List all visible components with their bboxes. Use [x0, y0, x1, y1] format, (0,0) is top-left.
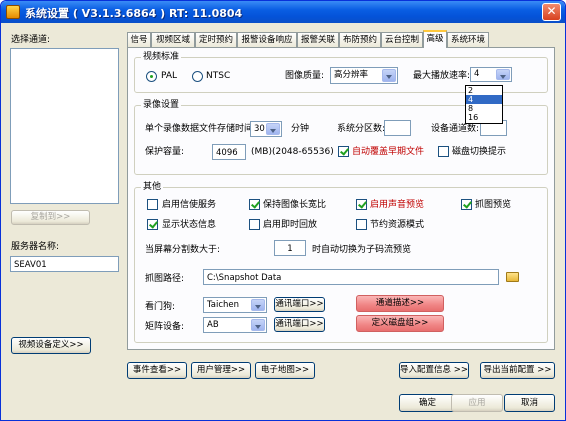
split-suffix: 时自动切换为子码流预览 [312, 245, 412, 255]
pal-label: PAL [161, 71, 178, 81]
keep-ratio-label: 保持图像长宽比 [263, 200, 327, 210]
max-rate-value: 4 [474, 69, 480, 79]
channel-list[interactable] [10, 48, 119, 204]
channel-desc-button[interactable]: 通道描述>> [356, 295, 444, 312]
ntsc-label: NTSC [206, 71, 231, 81]
max-rate-select[interactable]: 4 [470, 67, 512, 82]
window-title: 系统设置 ( V3.1.3.6864 ) RT: 11.0804 [25, 7, 243, 20]
chevron-down-icon [496, 69, 510, 80]
save-mode-label: 节约资源模式 [370, 220, 425, 230]
matrix-value: AB [207, 320, 219, 330]
copy-to-button[interactable]: 复制到>> [11, 210, 90, 225]
use-msg-service-checkbox[interactable] [147, 199, 158, 210]
cancel-button[interactable]: 取消 [504, 394, 555, 412]
minutes-label: 分钟 [291, 124, 310, 134]
watchdog-label: 看门狗: [145, 302, 176, 312]
file-time-value: 30 [254, 124, 265, 134]
file-time-label: 单个录像数据文件存储时间: [145, 124, 257, 134]
advanced-panel: 视频标准 PAL NTSC 图像质量: 高分辨率 最大播放速率: 4 录像设置 … [127, 47, 555, 350]
rate-option[interactable]: 8 [466, 104, 502, 113]
tab-alarm-response[interactable]: 报警设备响应 [237, 32, 297, 47]
record-settings-title: 录像设置 [141, 99, 182, 111]
watchdog-value: Taichen [207, 300, 240, 310]
tab-video-area[interactable]: 视频区域 [151, 32, 195, 47]
pal-radio[interactable] [146, 71, 157, 82]
tab-system-env[interactable]: 系统环境 [447, 32, 489, 47]
server-name-label: 服务器名称: [11, 242, 60, 252]
snap-preview-checkbox[interactable] [461, 199, 472, 210]
instant-playback-label: 启用即时回放 [263, 220, 318, 230]
show-status-label: 显示状态信息 [162, 220, 217, 230]
folder-icon[interactable] [506, 272, 519, 282]
video-standard-title: 视频标准 [141, 51, 182, 63]
snap-path-label: 抓图路径: [145, 274, 185, 284]
protect-range: (MB)(2048-65536) [251, 147, 334, 157]
settings-window: 系统设置 ( V3.1.3.6864 ) RT: 11.0804 ✕ 选择通道:… [0, 0, 566, 421]
close-button[interactable]: ✕ [542, 3, 561, 21]
quality-select[interactable]: 高分辨率 [330, 67, 398, 84]
max-rate-dropdown[interactable]: 2 4 8 16 [465, 85, 503, 124]
snap-preview-label: 抓图预览 [475, 200, 512, 210]
rate-option[interactable]: 2 [466, 86, 502, 95]
chevron-down-icon [251, 299, 265, 311]
apply-button[interactable]: 应用 [451, 394, 503, 412]
tab-advanced[interactable]: 高级 [423, 30, 447, 48]
disk-switch-checkbox[interactable] [438, 146, 449, 157]
tab-signal[interactable]: 信号 [127, 32, 151, 47]
other-title: 其他 [141, 181, 164, 193]
tab-schedule[interactable]: 定时预约 [195, 32, 237, 47]
split-input[interactable]: 1 [274, 240, 306, 256]
watchdog-port-button[interactable]: 通讯端口>> [274, 297, 325, 312]
partitions-input[interactable] [384, 120, 411, 136]
protect-label: 保护容量: [145, 147, 185, 157]
show-status-checkbox[interactable] [147, 219, 158, 230]
instant-playback-checkbox[interactable] [249, 219, 260, 230]
other-group: 其他 启用信使服务 保持图像长宽比 启用声音预览 抓图预览 显示状态信息 启用即… [134, 181, 548, 343]
matrix-port-button[interactable]: 通讯端口>> [274, 317, 325, 332]
rate-option[interactable]: 4 [466, 95, 502, 104]
protect-input[interactable]: 4096 [212, 144, 246, 160]
split-label: 当屏幕分割数大于: [145, 245, 221, 255]
max-rate-label: 最大播放速率: [413, 71, 471, 81]
auto-overwrite-label: 自动覆盖早期文件 [352, 147, 425, 157]
tab-arming-schedule[interactable]: 布防预约 [339, 32, 381, 47]
user-mgmt-button[interactable]: 用户管理>> [191, 362, 251, 379]
video-device-def-button[interactable]: 视频设备定义>> [11, 337, 91, 354]
enable-sound-preview-checkbox[interactable] [356, 199, 367, 210]
watchdog-select[interactable]: Taichen [203, 297, 267, 313]
file-time-select[interactable]: 30 [250, 121, 282, 137]
close-icon: ✕ [546, 4, 557, 18]
quality-value: 高分辨率 [334, 70, 369, 80]
auto-overwrite-checkbox[interactable] [338, 146, 349, 157]
server-name-input[interactable]: SEAV01 [10, 256, 119, 272]
tab-ptz-control[interactable]: 云台控制 [381, 32, 423, 47]
matrix-label: 矩阵设备: [145, 322, 185, 332]
tab-alarm-link[interactable]: 报警关联 [297, 32, 339, 47]
export-config-button[interactable]: 导出当前配置 >> [480, 362, 555, 379]
ntsc-radio[interactable] [192, 71, 203, 82]
save-mode-checkbox[interactable] [356, 219, 367, 230]
chevron-down-icon [266, 123, 280, 135]
chevron-down-icon [382, 69, 396, 82]
event-view-button[interactable]: 事件查看>> [127, 362, 187, 379]
disk-switch-label: 磁盘切换提示 [452, 147, 507, 157]
snap-path-input[interactable]: C:\Snapshot Data [203, 269, 499, 285]
partitions-label: 系统分区数: [337, 124, 386, 134]
matrix-select[interactable]: AB [203, 317, 267, 333]
select-channel-label: 选择通道: [11, 35, 51, 45]
import-config-button[interactable]: 导入配置信息 >> [399, 362, 469, 379]
ok-button[interactable]: 确定 [399, 394, 456, 412]
emap-button[interactable]: 电子地图>> [255, 362, 315, 379]
quality-label: 图像质量: [285, 71, 325, 81]
keep-ratio-checkbox[interactable] [249, 199, 260, 210]
chevron-down-icon [251, 319, 265, 331]
app-icon [6, 5, 20, 19]
title-bar[interactable]: 系统设置 ( V3.1.3.6864 ) RT: 11.0804 ✕ [1, 1, 565, 23]
use-msg-service-label: 启用信使服务 [162, 200, 217, 210]
rate-option[interactable]: 16 [466, 113, 502, 122]
enable-sound-preview-label: 启用声音预览 [370, 200, 425, 210]
device-channels-label: 设备通道数: [431, 124, 480, 134]
disk-group-button[interactable]: 定义磁盘组>> [356, 315, 444, 332]
